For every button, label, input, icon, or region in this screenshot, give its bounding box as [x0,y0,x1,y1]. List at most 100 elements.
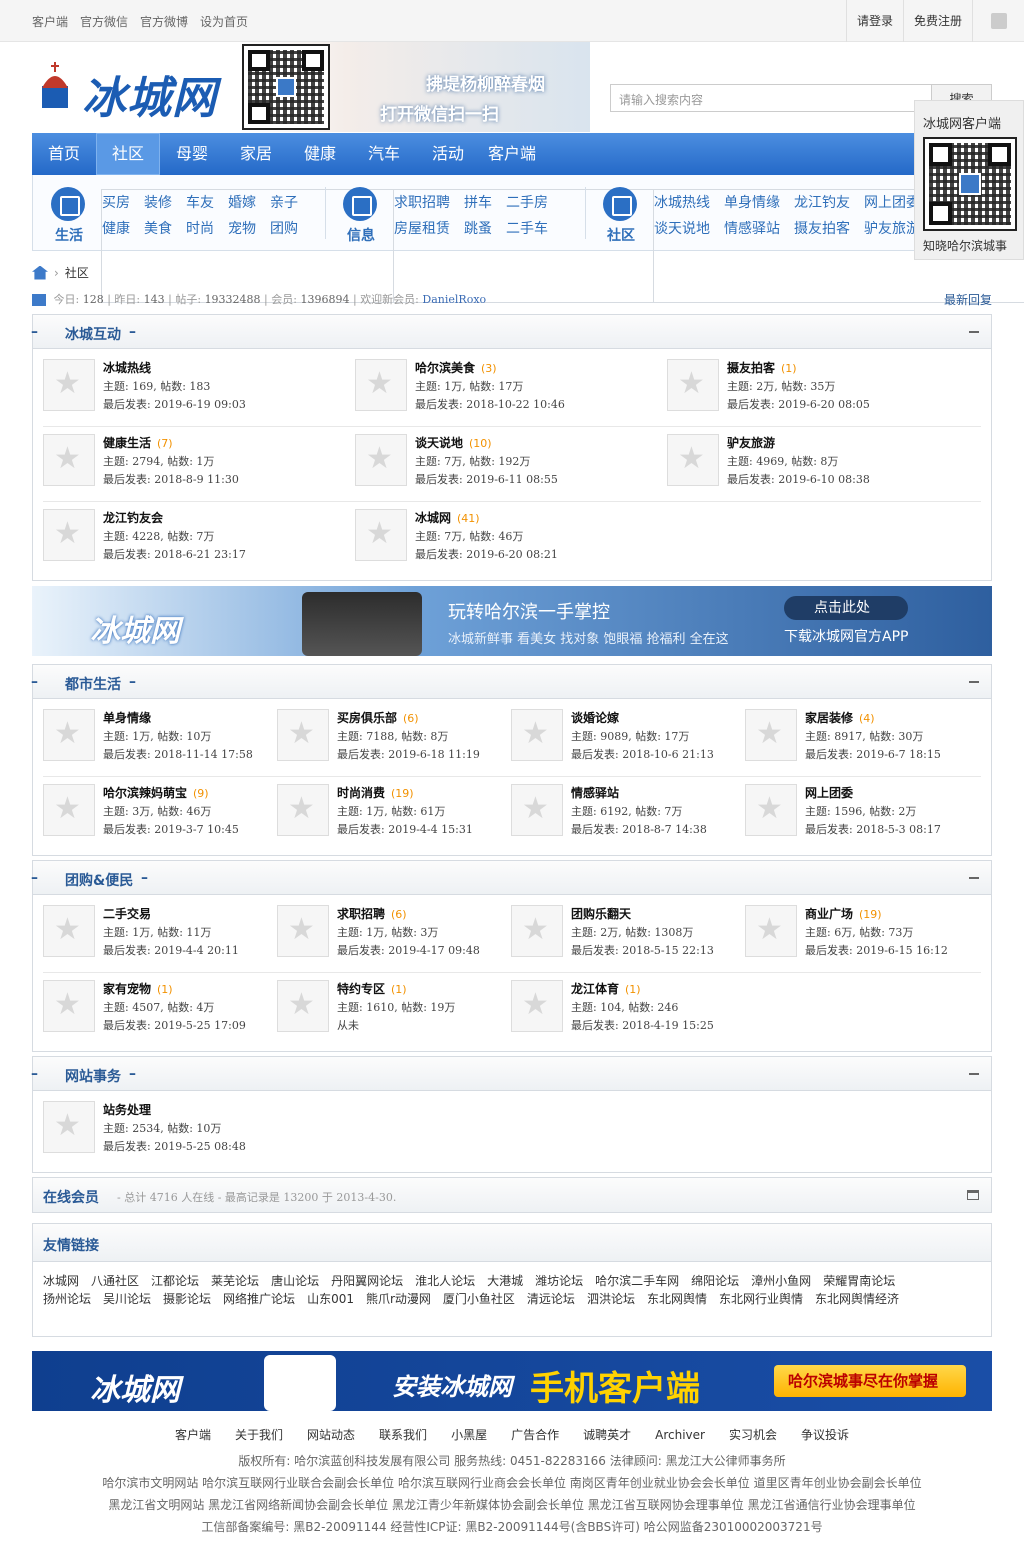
friend-link[interactable]: 绵阳论坛 [691,1274,739,1288]
forum-item[interactable]: 家居装修 (4) 主题: 8917, 帖数: 30万最后发表: 2019-6-7 1… [745,707,1024,765]
forum-name-text[interactable]: 特约专区 [337,982,385,996]
top-link-client[interactable]: 客户端 [32,13,68,30]
footer-link[interactable]: 广告合作 [511,1428,559,1442]
subnav-link[interactable]: 谈天说地 [654,221,710,237]
forum-last-post[interactable]: 最后发表: 2019-4-4 20:11 [103,942,239,958]
forum-star-icon[interactable] [277,980,329,1032]
forum-item[interactable]: 网上团委主题: 1596, 帖数: 2万最后发表: 2018-5-3 08:17 [745,782,1024,840]
forum-name[interactable]: 龙江体育 (1) [571,980,641,997]
subnav-link[interactable]: 冰城热线 [654,195,710,211]
forum-item[interactable]: 龙江体育 (1) 主题: 104, 帖数: 246 最后发表: 2018-4-19 1… [511,978,811,1036]
forum-name[interactable]: 健康生活 (7) [103,434,173,451]
top-link-wechat[interactable]: 官方微信 [80,13,128,30]
friend-link[interactable]: 山东001 [307,1292,354,1306]
banner-click-button[interactable]: 点击此处 [784,596,908,620]
friend-link[interactable]: 冰城网 [43,1274,79,1288]
forum-name-text[interactable]: 龙江体育 [571,982,619,996]
forum-item[interactable]: 摄友拍客 (1) 主题: 2万, 帖数: 35万最后发表: 2019-6-20 08… [667,357,967,415]
nav-client[interactable]: 客户端 [480,133,544,175]
forum-item[interactable]: 健康生活 (7) 主题: 2794, 帖数: 1万最后发表: 2018-8-9 11… [43,432,343,490]
collapse-icon[interactable] [969,681,979,683]
forum-star-icon[interactable] [277,905,329,957]
app-download-banner[interactable]: 冰城网 玩转哈尔滨一手掌控 冰城新鲜事 看美女 找对象 饱眼福 抢福利 全在这 … [32,586,992,656]
forum-star-icon[interactable] [745,905,797,957]
board-title[interactable]: 冰城互动 [65,324,121,344]
rss-button[interactable] [972,0,1024,42]
friend-link[interactable]: 潍坊论坛 [535,1274,583,1288]
nav-home[interactable]: 首页 [32,133,96,175]
forum-star-icon[interactable] [43,359,95,411]
online-title[interactable]: 在线会员 [43,1187,99,1207]
forum-name[interactable]: 谈婚论嫁 [571,709,625,726]
forum-last-post[interactable]: 最后发表: 2019-6-11 08:55 [415,471,558,487]
forum-name[interactable]: 谈天说地 (10) [415,434,492,451]
expand-icon[interactable] [967,1190,979,1200]
nav-home-living[interactable]: 家居 [224,133,288,175]
forum-name-text[interactable]: 买房俱乐部 [337,711,397,725]
forum-star-icon[interactable] [43,905,95,957]
subnav-link[interactable]: 装修 [144,195,172,211]
board-title[interactable]: 都市生活 [65,674,121,694]
friend-link[interactable]: 东北网舆情经济 [815,1292,899,1306]
forum-last-post[interactable]: 最后发表: 2018-6-21 23:17 [103,546,246,562]
forum-name-text[interactable]: 情感驿站 [571,786,619,800]
forum-name-text[interactable]: 时尚消费 [337,786,385,800]
subnav-link[interactable]: 时尚 [186,221,214,237]
friend-link[interactable]: 八通社区 [91,1274,139,1288]
forum-last-post[interactable]: 最后发表: 2019-6-10 08:38 [727,471,870,487]
forum-star-icon[interactable] [511,709,563,761]
forum-item[interactable]: 商业广场 (19) 主题: 6万, 帖数: 73万最后发表: 2019-6-15 1… [745,903,1024,961]
collapse-icon[interactable] [969,331,979,333]
forum-last-post[interactable]: 最后发表: 2018-10-22 10:46 [415,396,565,412]
friend-link[interactable]: 摄影论坛 [163,1292,211,1306]
footer-link[interactable]: 实习机会 [729,1428,777,1442]
forum-name-text[interactable]: 摄友拍客 [727,361,775,375]
subnav-link[interactable]: 龙江钓友 [794,195,850,211]
forum-star-icon[interactable] [667,434,719,486]
friend-link[interactable]: 丹阳翼网论坛 [331,1274,403,1288]
wechat-qr-ad[interactable]: 拂堤杨柳醉春烟 打开微信扫一扫 [240,42,590,132]
forum-star-icon[interactable] [43,1101,95,1153]
mobile-client-banner[interactable]: 冰城网 安装冰城网 手机客户端 哈尔滨城事尽在你掌握 [32,1351,992,1411]
forum-item[interactable]: 驴友旅游主题: 4969, 帖数: 8万最后发表: 2019-6-10 08:3… [667,432,967,490]
forum-last-post[interactable]: 最后发表: 2019-5-25 17:09 [103,1017,246,1033]
top-link-weibo[interactable]: 官方微博 [140,13,188,30]
forum-last-post[interactable]: 最后发表: 2018-11-14 17:58 [103,746,253,762]
forum-item[interactable]: 冰城热线主题: 169, 帖数: 183 最后发表: 2019-6-19 09:0… [43,357,343,415]
forum-name-text[interactable]: 冰城热线 [103,361,151,375]
friend-link[interactable]: 荣耀胃南论坛 [823,1274,895,1288]
forum-star-icon[interactable] [745,784,797,836]
forum-last-post[interactable]: 最后发表: 2019-6-18 11:19 [337,746,480,762]
forum-last-post[interactable]: 最后发表: 2019-6-19 09:03 [103,396,246,412]
footer-link[interactable]: 小黑屋 [451,1428,487,1442]
friend-link[interactable]: 厦门小鱼社区 [443,1292,515,1306]
friend-link[interactable]: 江都论坛 [151,1274,199,1288]
friend-link[interactable]: 哈尔滨二手车网 [595,1274,679,1288]
forum-name[interactable]: 龙江钓友会 [103,509,169,526]
register-link[interactable]: 免费注册 [902,0,972,42]
forum-name-text[interactable]: 单身情缘 [103,711,151,725]
forum-star-icon[interactable] [277,709,329,761]
forum-name[interactable]: 冰城网 (41) [415,509,480,526]
subnav-link[interactable]: 亲子 [270,195,298,211]
forum-last-post[interactable]: 最后发表: 2018-5-3 08:17 [805,821,941,837]
subnav-link[interactable]: 车友 [186,195,214,211]
forum-star-icon[interactable] [43,709,95,761]
forum-name-text[interactable]: 健康生活 [103,436,151,450]
forum-name[interactable]: 特约专区 (1) [337,980,407,997]
board-header[interactable]: 网站事务 – – [31,1057,991,1091]
forum-star-icon[interactable] [745,709,797,761]
banner2-button[interactable]: 哈尔滨城事尽在你掌握 [774,1365,966,1397]
forum-star-icon[interactable] [43,509,95,561]
forum-name[interactable]: 驴友旅游 [727,434,781,451]
footer-link[interactable]: 联系我们 [379,1428,427,1442]
login-link[interactable]: 请登录 [845,0,903,42]
top-link-homepage[interactable]: 设为首页 [200,13,248,30]
client-float-box[interactable]: 冰城网客户端 知晓哈尔滨城事 [914,100,1024,260]
search-input[interactable]: 请输入搜索内容 [610,84,932,112]
friend-link[interactable]: 扬州论坛 [43,1292,91,1306]
forum-star-icon[interactable] [355,359,407,411]
newest-member-link[interactable]: DanielRoxo [422,293,486,306]
subnav-link[interactable]: 拼车 [464,195,492,211]
forum-name[interactable]: 情感驿站 [571,784,625,801]
